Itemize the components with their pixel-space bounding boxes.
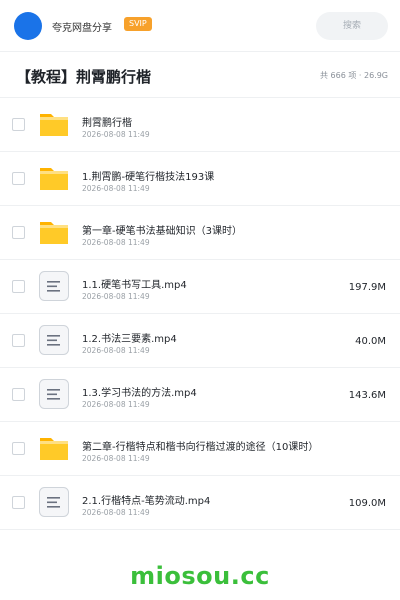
file-size: 40.0M [355, 336, 386, 347]
row-checkbox[interactable] [12, 226, 25, 239]
file-name[interactable]: 1.2.书法三要素.mp4 [82, 330, 177, 345]
folder-icon [38, 162, 70, 194]
list-item[interactable]: 1.3.学习书法的方法.mp4 2026-08-08 11:49 143.6M [0, 368, 400, 422]
file-name[interactable]: 1.3.学习书法的方法.mp4 [82, 384, 197, 399]
folder-stats: 共 666 项 · 26.9G [320, 71, 388, 80]
list-item[interactable]: 荆霄鹏行楷 2026-08-08 11:49 [0, 98, 400, 152]
page-title: 【教程】荆霄鹏行楷 [16, 68, 152, 86]
svip-badge: SVIP [124, 17, 152, 31]
file-name[interactable]: 荆霄鹏行楷 [82, 114, 132, 129]
row-checkbox[interactable] [12, 172, 25, 185]
user-name[interactable]: 夸克网盘分享 [52, 19, 112, 34]
list-item[interactable]: 第一章-硬笔书法基础知识（3课时） 2026-08-08 11:49 [0, 206, 400, 260]
file-list: 荆霄鹏行楷 2026-08-08 11:49 1.荆霄鹏-硬笔行楷技法193课 202… [0, 98, 400, 530]
video-file-icon [38, 270, 70, 302]
row-checkbox[interactable] [12, 280, 25, 293]
file-date: 2026-08-08 11:49 [82, 292, 150, 301]
row-checkbox[interactable] [12, 118, 25, 131]
file-name[interactable]: 1.荆霄鹏-硬笔行楷技法193课 [82, 168, 214, 183]
list-item[interactable]: 第二章-行楷特点和楷书向行楷过渡的途径（10课时） 2026-08-08 11:4… [0, 422, 400, 476]
file-name[interactable]: 第一章-硬笔书法基础知识（3课时） [82, 222, 242, 237]
folder-icon [38, 108, 70, 140]
file-name[interactable]: 2.1.行楷特点-笔势流动.mp4 [82, 492, 210, 507]
watermark: miosou.cc [130, 562, 270, 590]
video-file-icon [38, 378, 70, 410]
folder-header: 【教程】荆霄鹏行楷 共 666 项 · 26.9G [0, 52, 400, 98]
file-date: 2026-08-08 11:49 [82, 400, 150, 409]
list-item[interactable]: 1.1.硬笔书写工具.mp4 2026-08-08 11:49 197.9M [0, 260, 400, 314]
file-date: 2026-08-08 11:49 [82, 184, 150, 193]
video-file-icon [38, 486, 70, 518]
file-date: 2026-08-08 11:49 [82, 508, 150, 517]
list-item[interactable]: 2.1.行楷特点-笔势流动.mp4 2026-08-08 11:49 109.0M [0, 476, 400, 530]
list-item[interactable]: 1.荆霄鹏-硬笔行楷技法193课 2026-08-08 11:49 [0, 152, 400, 206]
file-name[interactable]: 第二章-行楷特点和楷书向行楷过渡的途径（10课时） [82, 438, 318, 453]
row-checkbox[interactable] [12, 496, 25, 509]
list-item[interactable]: 1.2.书法三要素.mp4 2026-08-08 11:49 40.0M [0, 314, 400, 368]
file-name[interactable]: 1.1.硬笔书写工具.mp4 [82, 276, 187, 291]
folder-icon [38, 432, 70, 464]
avatar[interactable] [14, 12, 42, 40]
row-checkbox[interactable] [12, 442, 25, 455]
file-date: 2026-08-08 11:49 [82, 130, 150, 139]
file-size: 197.9M [348, 282, 386, 293]
row-checkbox[interactable] [12, 388, 25, 401]
search-input[interactable]: 搜索 [316, 12, 388, 40]
folder-icon [38, 216, 70, 248]
top-bar: 夸克网盘分享 SVIP 搜索 [0, 0, 400, 52]
row-checkbox[interactable] [12, 334, 25, 347]
file-date: 2026-08-08 11:49 [82, 454, 150, 463]
file-size: 109.0M [348, 498, 386, 509]
video-file-icon [38, 324, 70, 356]
file-size: 143.6M [348, 390, 386, 401]
file-date: 2026-08-08 11:49 [82, 238, 150, 247]
file-date: 2026-08-08 11:49 [82, 346, 150, 355]
